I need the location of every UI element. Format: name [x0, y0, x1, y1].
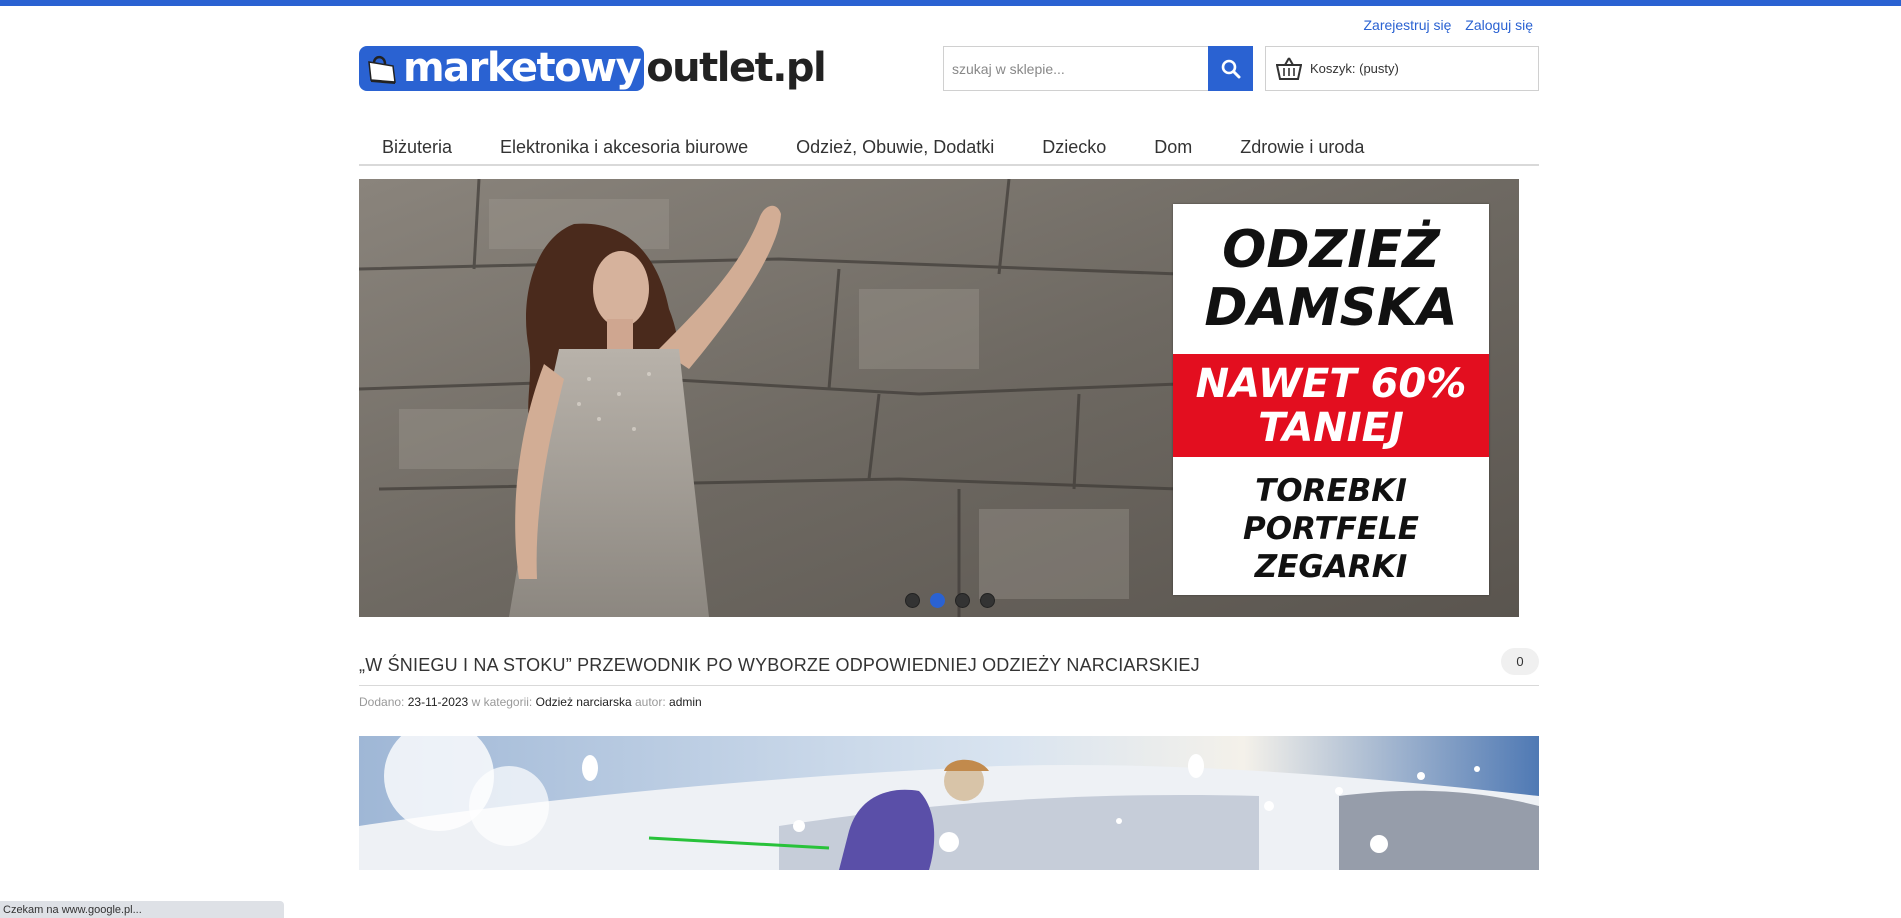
shopping-bag-icon: [368, 55, 396, 84]
search-input[interactable]: [943, 46, 1209, 91]
logo-text-outlet: outlet.pl: [646, 45, 827, 91]
promo-discount-line2: TANIEJ: [1258, 404, 1404, 451]
nav-item-bizuteria[interactable]: Biżuteria: [359, 132, 476, 164]
auth-links: Zarejestruj się Zaloguj się: [1353, 17, 1533, 33]
post-meta: Dodano: 23-11-2023 w kategorii: Odzież n…: [359, 695, 702, 709]
search-button[interactable]: [1208, 46, 1253, 91]
slider-dot-1[interactable]: [905, 593, 920, 608]
slider-dot-2[interactable]: [930, 593, 945, 608]
promo-item-zegarki: ZEGARKI: [1254, 548, 1408, 585]
site-logo[interactable]: marketowy outlet.pl: [359, 45, 827, 91]
slider-dot-4[interactable]: [980, 593, 995, 608]
promo-discount: NAWET 60% TANIEJ: [1173, 354, 1489, 457]
logo-text-marketowy: marketowy: [403, 45, 642, 91]
cart-label: Koszyk: (pusty): [1310, 61, 1399, 76]
promo-items: TOREBKI PORTFELE ZEGARKI: [1173, 466, 1489, 591]
post-divider: [359, 685, 1539, 686]
post-title[interactable]: „W ŚNIEGU I NA STOKU” PRZEWODNIK PO WYBO…: [359, 655, 1200, 676]
post-author-link[interactable]: admin: [669, 695, 702, 709]
promo-item-torebki: TOREBKI: [1255, 472, 1407, 509]
cart-widget[interactable]: Koszyk: (pusty): [1265, 46, 1539, 91]
promo-headline: ODZIEŻ DAMSKA: [1173, 204, 1489, 354]
basket-icon: [1276, 57, 1302, 80]
search-form: [943, 46, 1253, 91]
promo-discount-line1: NAWET 60%: [1195, 360, 1467, 407]
post-category-link[interactable]: Odzież narciarska: [536, 695, 632, 709]
post-author-label: autor:: [635, 695, 666, 709]
promo-box: ODZIEŻ DAMSKA NAWET 60% TANIEJ TOREBKI P…: [1173, 204, 1489, 595]
slider-dot-3[interactable]: [955, 593, 970, 608]
comment-count-badge[interactable]: 0: [1501, 648, 1539, 675]
register-link[interactable]: Zarejestruj się: [1363, 17, 1451, 33]
main-navigation: Biżuteria Elektronika i akcesoria biurow…: [359, 132, 1539, 166]
hero-slider[interactable]: ODZIEŻ DAMSKA NAWET 60% TANIEJ TOREBKI P…: [359, 179, 1519, 617]
browser-status-bar: Czekam na www.google.pl...: [0, 901, 284, 918]
post-image-skier[interactable]: [359, 736, 1539, 870]
promo-headline-line2: DAMSKA: [1204, 278, 1458, 338]
nav-item-dom[interactable]: Dom: [1130, 132, 1216, 164]
slider-dots: [905, 593, 1005, 608]
promo-item-portfele: PORTFELE: [1243, 510, 1419, 547]
post-added-label: Dodano:: [359, 695, 405, 709]
nav-item-dziecko[interactable]: Dziecko: [1018, 132, 1130, 164]
login-link[interactable]: Zaloguj się: [1465, 17, 1533, 33]
search-icon: [1221, 59, 1241, 78]
nav-item-odziez[interactable]: Odzież, Obuwie, Dodatki: [772, 132, 1018, 164]
post-date: 23-11-2023: [407, 695, 469, 709]
post-category-label: w kategorii:: [471, 695, 533, 709]
top-accent-bar: [0, 0, 1901, 6]
promo-headline-line1: ODZIEŻ: [1222, 220, 1440, 280]
nav-item-zdrowie-i-uroda[interactable]: Zdrowie i uroda: [1216, 132, 1388, 164]
post-photo-skier: [359, 736, 1539, 870]
logo-badge: marketowy: [359, 45, 645, 91]
nav-item-elektronika[interactable]: Elektronika i akcesoria biurowe: [476, 132, 772, 164]
